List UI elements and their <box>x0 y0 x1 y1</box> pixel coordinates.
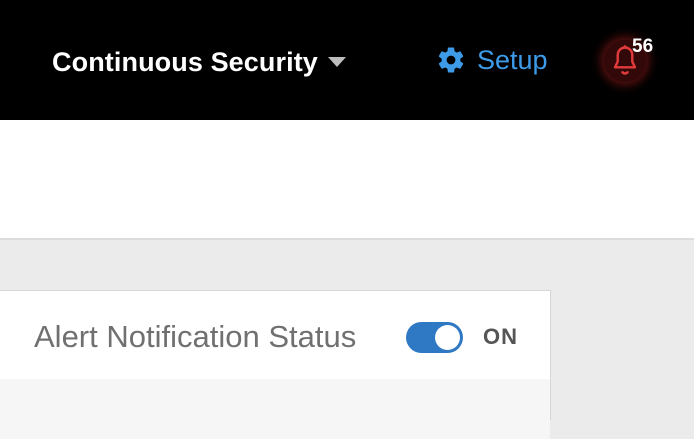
toggle-state-label: ON <box>483 324 518 349</box>
alert-settings-panel: Alert Notification Status ON <box>0 290 551 439</box>
notification-count-badge: 56 <box>632 36 654 57</box>
setup-label: Setup <box>477 44 548 75</box>
gear-icon <box>436 45 466 75</box>
alert-notification-toggle[interactable] <box>406 322 463 353</box>
page-subheader <box>0 120 694 240</box>
setup-link[interactable]: Setup <box>436 42 548 78</box>
alert-notification-status-label: Alert Notification Status <box>34 319 357 354</box>
product-name: Continuous Security <box>52 46 318 77</box>
panel-footer <box>0 379 550 439</box>
product-switcher[interactable]: Continuous Security <box>52 44 346 80</box>
top-navigation-bar: Continuous Security Setup 56 <box>0 0 694 120</box>
caret-down-icon <box>327 57 346 67</box>
toggle-knob <box>435 325 460 350</box>
